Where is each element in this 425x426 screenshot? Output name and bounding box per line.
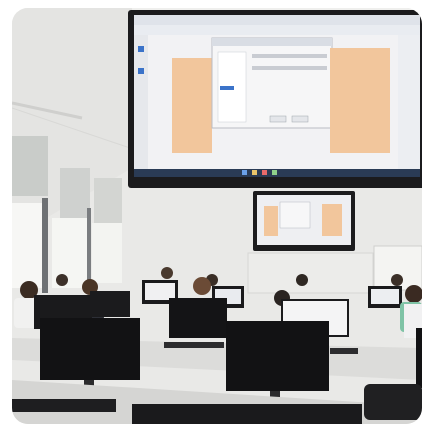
taskbar-icon	[252, 170, 257, 175]
drawing-pane-right	[322, 204, 342, 236]
secondary-display	[253, 191, 355, 251]
window-frame	[87, 208, 91, 288]
keyboard	[330, 348, 358, 354]
app-ribbon	[134, 25, 420, 35]
student-head	[193, 277, 211, 295]
student-head	[56, 274, 68, 286]
main-display	[128, 10, 422, 188]
sidebar-icon	[138, 68, 144, 74]
wall-panel	[247, 252, 374, 294]
student-head	[296, 274, 308, 286]
student-head	[391, 274, 403, 286]
front-monitor	[40, 318, 140, 380]
student-monitor	[169, 298, 227, 338]
drawing-pane	[172, 58, 212, 153]
dialog-titlebar	[212, 38, 332, 46]
taskbar-icon	[272, 170, 277, 175]
dialog-field	[252, 66, 327, 70]
window-blind	[94, 178, 122, 223]
dialog-button	[291, 115, 309, 123]
drawing-pane-right	[330, 48, 390, 153]
window-blind	[12, 136, 48, 196]
backpack	[364, 384, 422, 420]
dialog-selection	[220, 86, 234, 90]
window-pane	[92, 223, 122, 283]
keyboard	[164, 342, 224, 348]
photo-frame	[12, 8, 422, 424]
student-head	[161, 267, 173, 279]
monitor-screen	[145, 283, 175, 300]
dialog-button	[269, 115, 287, 123]
window-frame	[42, 198, 48, 293]
front-monitor	[416, 328, 422, 388]
taskbar-icon	[262, 170, 267, 175]
taskbar-icon	[242, 170, 247, 175]
drawing-pane	[264, 206, 278, 236]
dialog-window	[279, 201, 311, 229]
sidebar-icon	[138, 46, 144, 52]
monitor-screen	[371, 289, 399, 304]
app-toolbar	[134, 15, 420, 25]
classroom-photo	[12, 8, 422, 424]
app-sidebar	[134, 35, 148, 173]
window-pane	[12, 203, 42, 288]
dialog-field	[252, 54, 327, 58]
keyboard	[12, 399, 116, 412]
student-monitor	[90, 291, 130, 317]
properties-panel	[398, 35, 420, 173]
front-monitor	[226, 321, 329, 391]
front-monitor-back	[132, 404, 362, 424]
